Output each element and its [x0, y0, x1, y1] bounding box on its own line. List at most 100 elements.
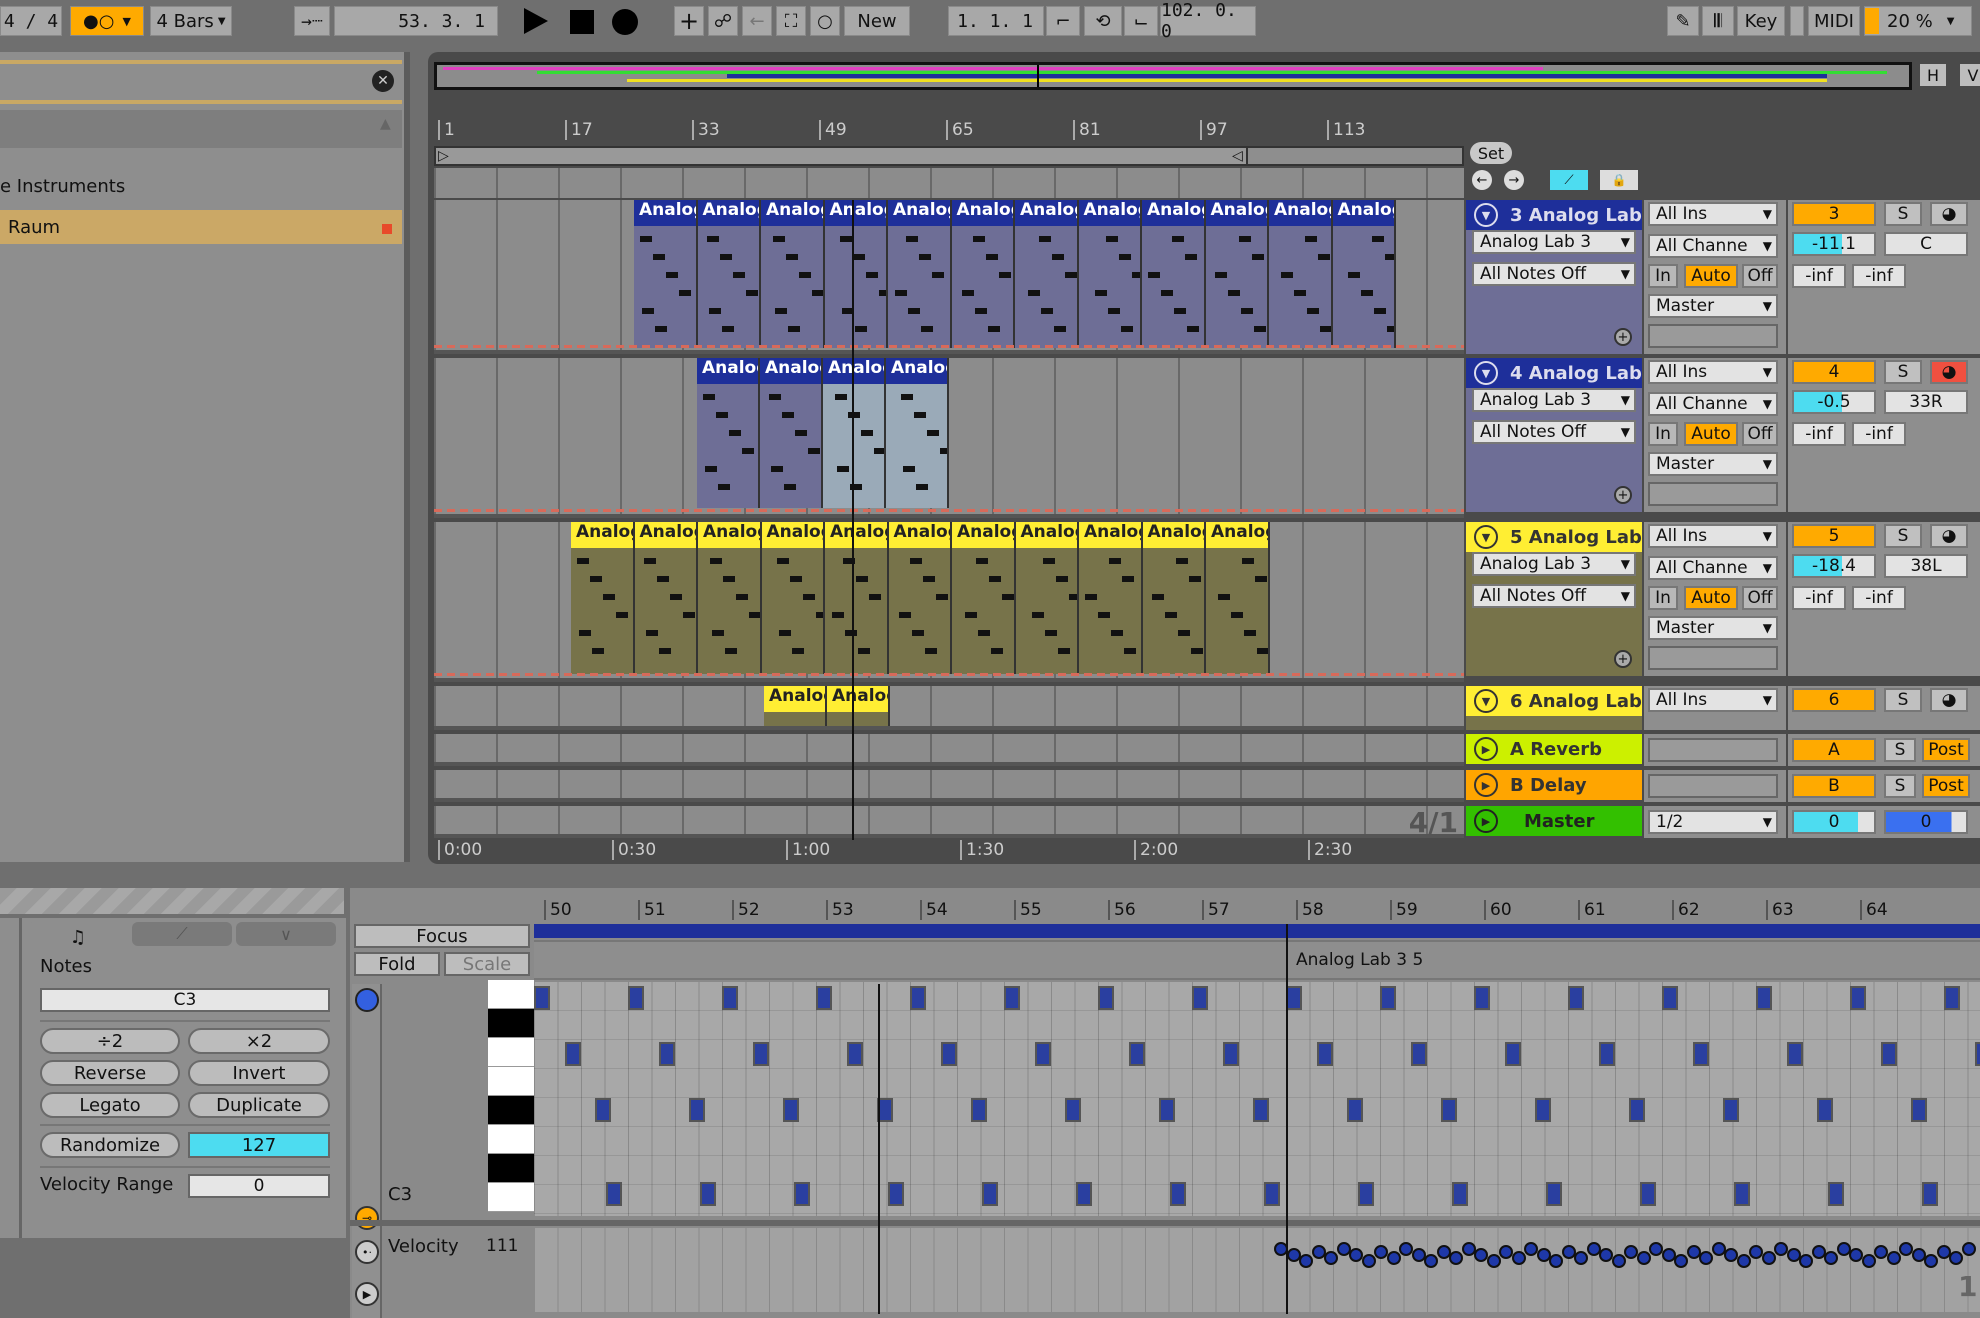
velocity-marker[interactable]	[1874, 1245, 1888, 1259]
arrangement-clip[interactable]: Analog	[952, 522, 1016, 674]
piano-key[interactable]	[488, 1183, 534, 1212]
midi-note[interactable]	[534, 986, 550, 1010]
output-dropdown[interactable]: Master ▼	[1648, 452, 1778, 476]
arm-button[interactable]: ◕	[1930, 524, 1968, 548]
track-activator[interactable]: 6	[1792, 688, 1876, 712]
master-output-dropdown[interactable]: 1/2 ▼	[1648, 810, 1778, 834]
velocity-marker[interactable]	[1849, 1248, 1863, 1262]
velocity-marker[interactable]	[1749, 1245, 1763, 1259]
velocity-marker[interactable]	[1499, 1245, 1513, 1259]
piano-key[interactable]	[488, 1096, 534, 1125]
expand-icon[interactable]: ▶	[1474, 773, 1498, 797]
piano-key[interactable]	[488, 1154, 534, 1183]
midi-note[interactable]	[1786, 1042, 1803, 1066]
notes-off-dropdown[interactable]: All Notes Off ▼	[1472, 584, 1636, 608]
input-channel-dropdown[interactable]: All Channe ▼	[1648, 234, 1778, 258]
piano-roll-keys[interactable]	[488, 980, 534, 1216]
optimize-height-button[interactable]: H	[1920, 64, 1946, 86]
velocity-marker[interactable]	[1924, 1254, 1938, 1268]
piano-key[interactable]	[488, 1038, 534, 1067]
monitor-auto-button[interactable]: Auto	[1684, 422, 1738, 446]
midi-note[interactable]	[971, 1098, 987, 1122]
midi-note[interactable]	[1974, 1042, 1980, 1066]
midi-note[interactable]	[1034, 1042, 1051, 1066]
search-field[interactable]	[0, 60, 402, 104]
fold-track-icon[interactable]: ▼	[1474, 525, 1498, 549]
velocity-marker[interactable]	[1474, 1248, 1488, 1262]
loop-start[interactable]: 1. 1. 1	[948, 6, 1044, 36]
arrangement-clip[interactable]: Analog	[951, 200, 1015, 348]
midi-note[interactable]	[1065, 1098, 1081, 1122]
volume-field[interactable]: -0.5	[1792, 390, 1876, 414]
track-activator[interactable]: 4	[1792, 360, 1876, 384]
arm-button[interactable]: ◕	[1930, 202, 1968, 226]
input-channel-dropdown[interactable]: All Channe ▼	[1648, 392, 1778, 416]
midi-note[interactable]	[940, 1042, 957, 1066]
return-solo[interactable]: S	[1884, 774, 1916, 798]
session-record-icon[interactable]: ○	[810, 6, 840, 36]
velocity-marker[interactable]	[1574, 1251, 1588, 1265]
monitor-in-button[interactable]: In	[1648, 264, 1678, 288]
midi-note[interactable]	[628, 986, 644, 1010]
stop-icon[interactable]	[570, 10, 594, 34]
track-title[interactable]: ▼ 3 Analog Lab	[1466, 200, 1642, 230]
follow-button[interactable]: →┈	[294, 6, 330, 36]
return-title[interactable]: ▶ B Delay	[1466, 770, 1642, 800]
tab-mpe[interactable]: ∨	[236, 922, 336, 946]
midi-note[interactable]	[1850, 986, 1866, 1010]
fold-track-icon[interactable]: ▼	[1474, 361, 1498, 385]
velocity-lane[interactable]	[534, 1228, 1980, 1312]
fold-button[interactable]: Fold	[354, 952, 440, 976]
midi-note[interactable]	[1921, 1182, 1938, 1206]
midi-note[interactable]	[1128, 1042, 1145, 1066]
midi-note[interactable]	[1504, 1042, 1521, 1066]
midi-note[interactable]	[783, 1098, 799, 1122]
track-lane-4[interactable]: AnalogAnalogAnalogAnalog	[434, 358, 1464, 518]
notes-off-dropdown[interactable]: All Notes Off ▼	[1472, 262, 1636, 286]
input-type-dropdown[interactable]: All Ins ▼	[1648, 202, 1778, 226]
track-lane-5[interactable]: AnalogAnalogAnalogAnalogAnalogAnalogAnal…	[434, 522, 1464, 682]
legato-button[interactable]: Legato	[40, 1092, 180, 1118]
monitor-in-button[interactable]: In	[1648, 586, 1678, 610]
midi-note[interactable]	[1817, 1098, 1833, 1122]
midi-note[interactable]	[699, 1182, 716, 1206]
velocity-marker[interactable]	[1774, 1242, 1788, 1256]
arrangement-clip[interactable]: Analog	[825, 522, 889, 674]
midi-note[interactable]	[1535, 1098, 1551, 1122]
arrangement-clip[interactable]: Analog	[1205, 200, 1269, 348]
velocity-marker[interactable]	[1674, 1254, 1688, 1268]
input-type-dropdown[interactable]: All Ins ▼	[1648, 688, 1778, 712]
velocity-marker[interactable]	[1361, 1254, 1376, 1268]
return-title[interactable]: ▶ A Reverb	[1466, 734, 1642, 764]
midi-note[interactable]	[1911, 1098, 1927, 1122]
solo-button[interactable]: S	[1884, 524, 1922, 548]
midi-note[interactable]	[595, 1098, 611, 1122]
midi-note[interactable]	[1253, 1098, 1269, 1122]
time-signature[interactable]: 4 / 4	[0, 6, 62, 36]
automation-arm-icon[interactable]: ☍	[708, 6, 738, 36]
midi-note[interactable]	[752, 1042, 769, 1066]
arrangement-clip[interactable]: Analog	[1332, 200, 1396, 348]
midi-note[interactable]	[1441, 1098, 1457, 1122]
midi-note[interactable]	[1662, 986, 1678, 1010]
loop-start-marker[interactable]: ▷	[438, 148, 449, 164]
invert-button[interactable]: Invert	[188, 1060, 330, 1086]
metronome-button[interactable]: ●○ ▼	[70, 6, 144, 36]
automation-mode-icon[interactable]: ⟋	[1550, 170, 1588, 190]
velocity-marker[interactable]	[1861, 1254, 1876, 1268]
midi-note[interactable]	[1944, 986, 1960, 1010]
output-sub-dropdown[interactable]	[1648, 646, 1778, 670]
arrangement-clip[interactable]: Analog	[697, 200, 761, 348]
velocity-marker[interactable]	[1949, 1251, 1963, 1265]
return-activator[interactable]: B	[1792, 774, 1876, 798]
velocity-marker[interactable]	[1649, 1242, 1663, 1256]
bar-ruler[interactable]: 1 17 33 49 65 81 97 113	[434, 120, 1464, 146]
arrangement-clip[interactable]: Analog	[1079, 522, 1143, 674]
browser-item-selected[interactable]: Raum	[0, 210, 402, 244]
velocity-marker[interactable]	[1424, 1254, 1438, 1268]
midi-note[interactable]	[722, 986, 738, 1010]
add-device-icon[interactable]: +	[1614, 650, 1632, 668]
midi-note[interactable]	[1756, 986, 1772, 1010]
keyboard-icon[interactable]: 𝄃𝄃	[1702, 6, 1734, 36]
velocity-marker[interactable]	[1724, 1248, 1738, 1262]
